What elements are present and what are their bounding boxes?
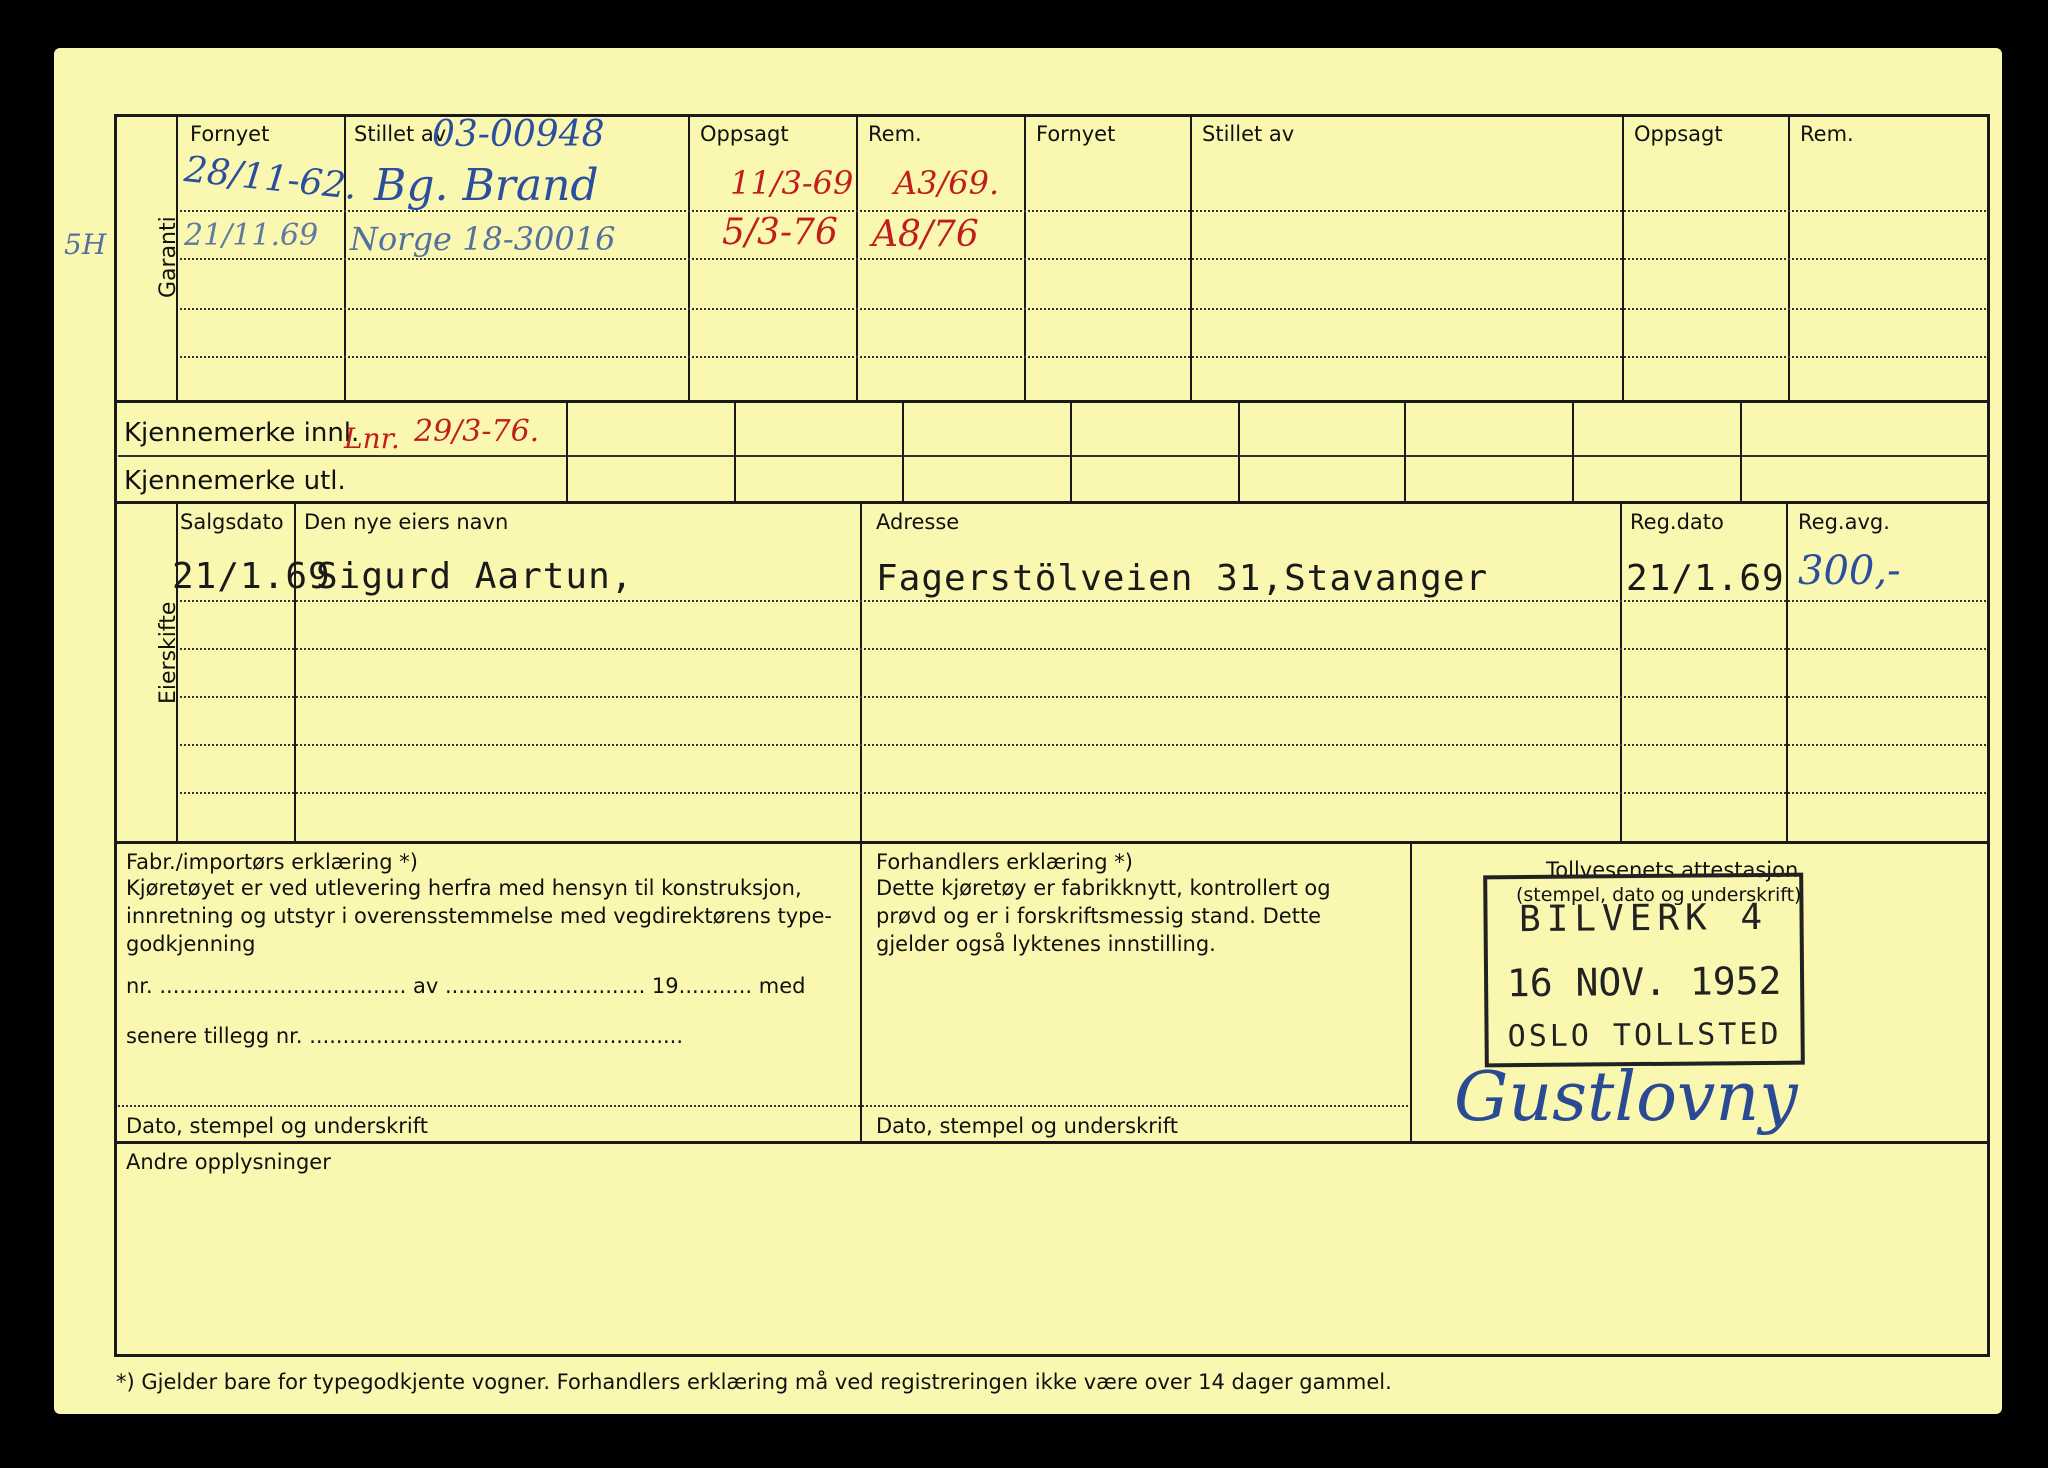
fabr-line-nr: nr. ....................................… — [126, 974, 806, 998]
row1-salgsdato: 21/1.69 — [172, 556, 331, 597]
stamp-line-3: OSLO TOLLSTED — [1507, 1016, 1782, 1055]
header-navn: Den nye eiers navn — [304, 510, 509, 534]
garanti-header-rem-1: Rem. — [868, 122, 922, 146]
garanti-header-oppsagt-1: Oppsagt — [700, 122, 789, 146]
header-salgsdato: Salgsdato — [180, 510, 284, 534]
fabr-line-tillegg: senere tillegg nr. .....................… — [126, 1024, 684, 1048]
andre-label: Andre opplysninger — [126, 1150, 331, 1174]
forh-footer: Dato, stempel og underskrift — [876, 1114, 1178, 1138]
fabr-text-line-3: godkjenning — [126, 932, 256, 956]
header-regdato: Reg.dato — [1630, 510, 1724, 534]
fabr-title: Fabr./importørs erklæring *) — [126, 850, 418, 874]
footnote: *) Gjelder bare for typegodkjente vogner… — [116, 1370, 1392, 1394]
forh-text-line-2: prøvd og er i forskriftsmessig stand. De… — [876, 904, 1322, 928]
garanti-header-rem-2: Rem. — [1800, 122, 1854, 146]
stamp-line-1: BILVERK 4 — [1518, 896, 1769, 941]
stillet-av-1-name: Bg. Brand — [374, 160, 599, 211]
header-adresse: Adresse — [876, 510, 960, 534]
row1-navn: Sigurd Aartun, — [316, 556, 634, 597]
row1-regdato: 21/1.69 — [1626, 558, 1785, 599]
kjennemerke-innl-hand-2: 29/3-76. — [414, 414, 540, 449]
fornyet-2-date: 21/11.69 — [184, 218, 319, 253]
garanti-header-oppsagt-2: Oppsagt — [1634, 122, 1723, 146]
garanti-header-fornyet-2: Fornyet — [1036, 122, 1116, 146]
customs-stamp: BILVERK 4 16 NOV. 1952 OSLO TOLLSTED — [1483, 872, 1805, 1068]
customs-signature: Gustlovny — [1454, 1058, 1798, 1137]
forh-text-line-1: Dette kjøretøy er fabrikknytt, kontrolle… — [876, 876, 1331, 900]
fabr-text-line-1: Kjøretøyet er ved utlevering herfra med … — [126, 876, 802, 900]
oppsagt-2-date: 5/3-76 — [722, 212, 838, 253]
oppsagt-1-date: 11/3-69 — [730, 164, 854, 202]
forh-text-line-3: gjelder også lyktenes innstilling. — [876, 932, 1216, 956]
row1-adresse: Fagerstölveien 31,Stavanger — [876, 558, 1489, 599]
header-regavg: Reg.avg. — [1798, 510, 1890, 534]
row1-regavg: 300,- — [1798, 548, 1901, 594]
garanti-header-fornyet-1: Fornyet — [190, 122, 270, 146]
rem-2-note: A8/76 — [872, 214, 979, 255]
stillet-av-number: 03-00948 — [432, 114, 605, 155]
stamp-line-2: 16 NOV. 1952 — [1506, 958, 1782, 1006]
garanti-header-stillet-av-2: Stillet av — [1202, 122, 1295, 146]
rem-1-note: A3/69. — [894, 164, 1000, 202]
form-frame — [114, 114, 1990, 1357]
kjennemerke-innl-hand-1: Lnr. — [344, 422, 400, 455]
kjennemerke-innl-label: Kjennemerke innl. — [124, 418, 360, 448]
margin-note: 5H — [64, 228, 107, 261]
kjennemerke-utl-label: Kjennemerke utl. — [124, 466, 346, 496]
fabr-footer: Dato, stempel og underskrift — [126, 1114, 428, 1138]
registration-card: Garanti Fornyet Stillet av Oppsagt Rem. … — [54, 48, 2002, 1414]
fabr-text-line-2: innretning og utstyr i overensstemmelse … — [126, 904, 832, 928]
stillet-av-2-name: Norge 18-30016 — [350, 220, 616, 258]
forh-title: Forhandlers erklæring *) — [876, 850, 1133, 874]
